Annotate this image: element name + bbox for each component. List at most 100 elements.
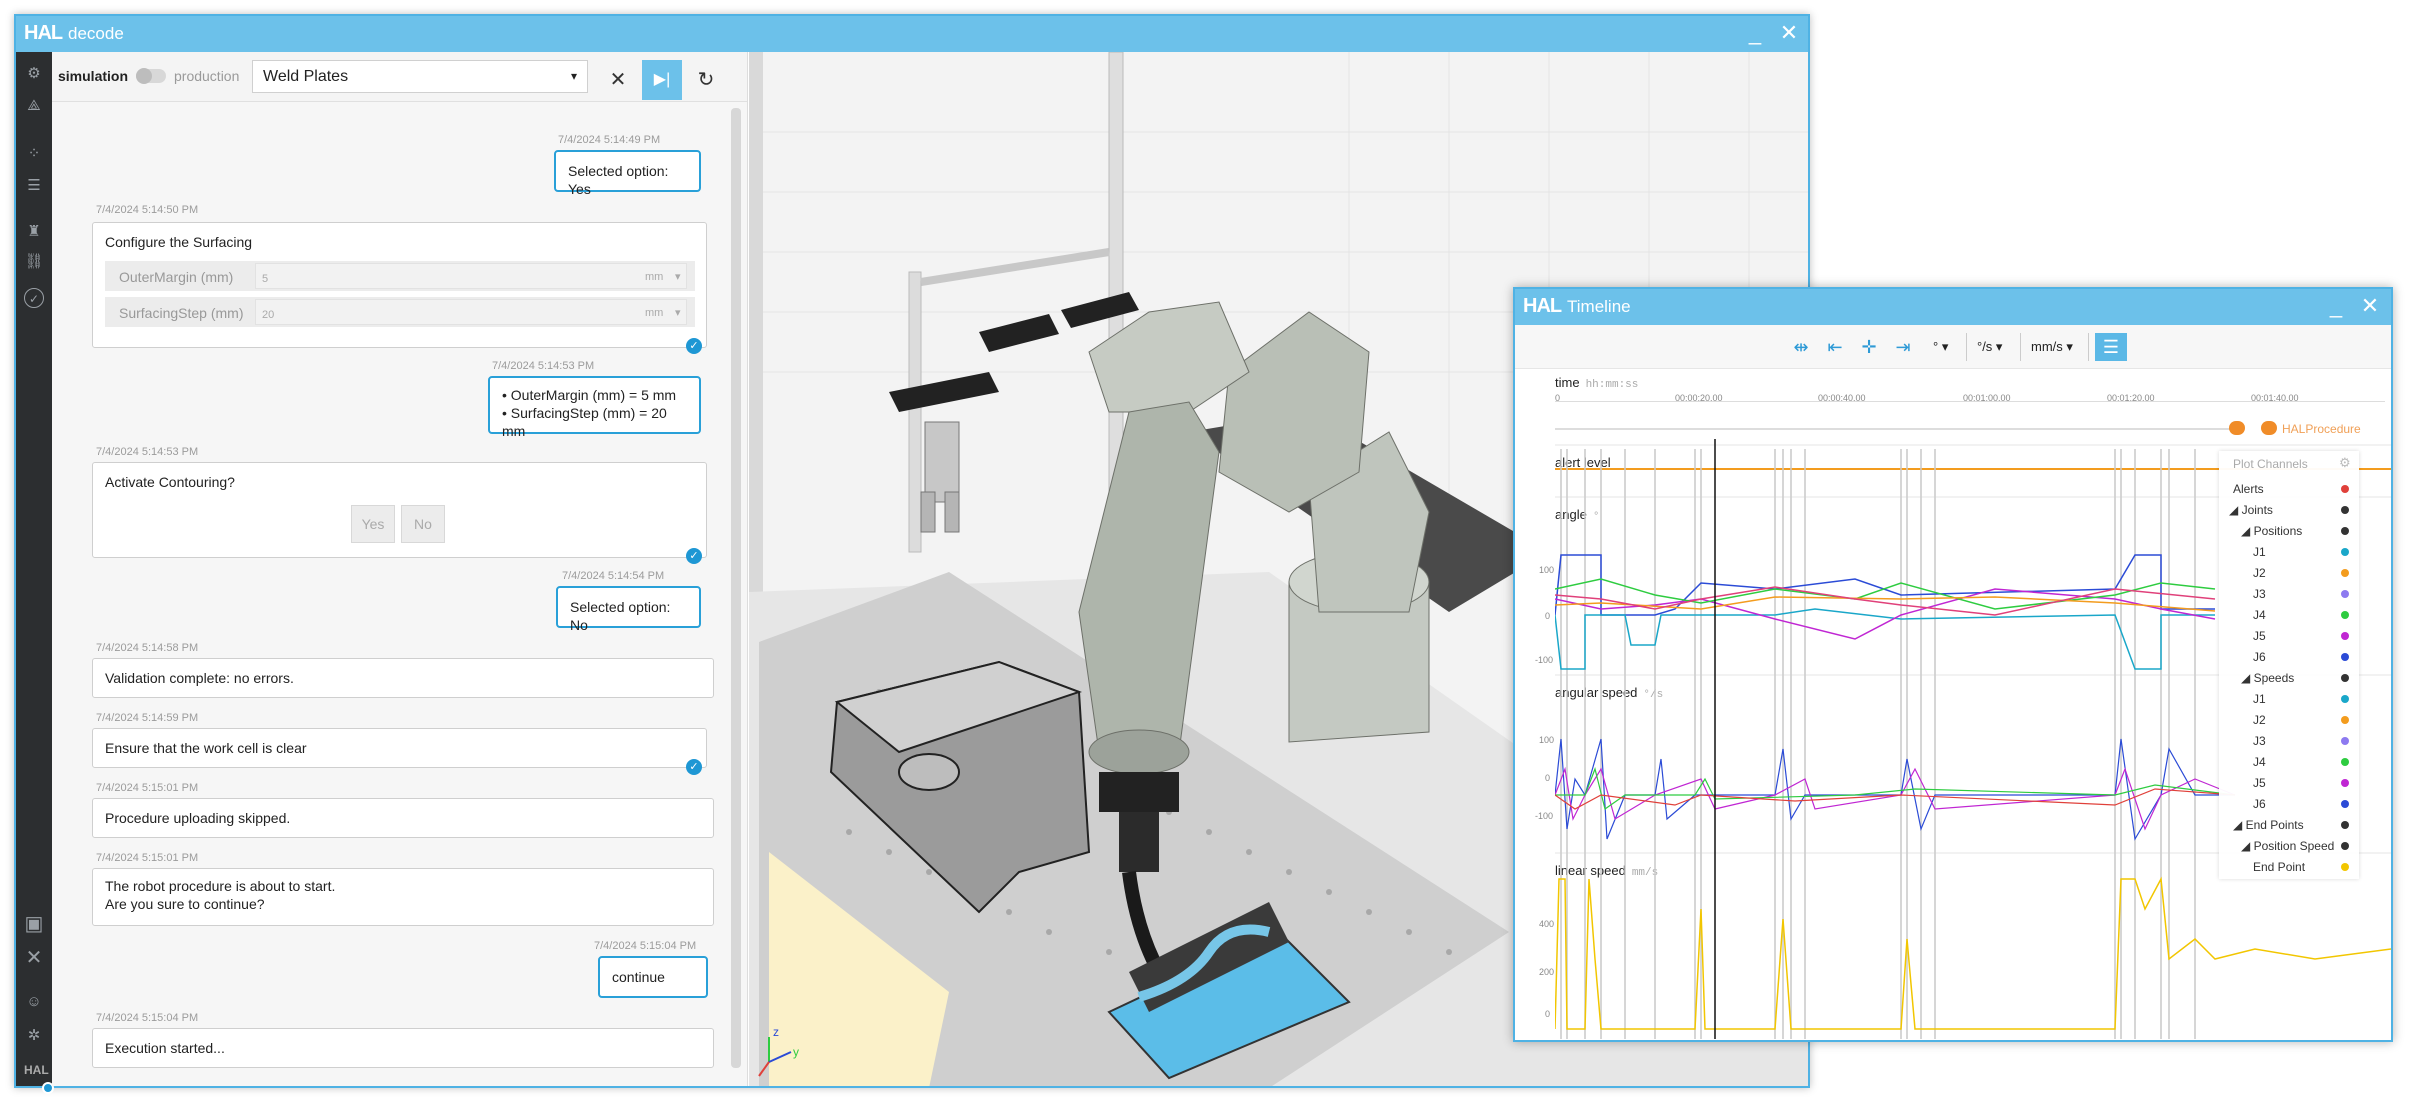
mode-toggle[interactable]	[136, 68, 166, 84]
angular-speed-unit-select[interactable]: °/s ▾	[1971, 333, 2021, 361]
chevron-down-icon: ▾	[675, 307, 681, 319]
fit-horizontal-icon[interactable]: ⇹	[1785, 333, 1817, 361]
reset-button[interactable]: ↻	[686, 60, 726, 100]
user-message: Selected option: No	[556, 586, 701, 633]
channel-item[interactable]: ◢ Position Speed	[2219, 836, 2359, 856]
channel-color-dot[interactable]	[2341, 842, 2349, 850]
left-rail: ⚙ ⟁ ⁘ ☰ ♜ ⛓ ✓ ▣ ✕ ☺ ✲ HAL	[16, 52, 54, 1094]
channel-label: ◢ Position Speed	[2241, 839, 2335, 853]
time-tick: 00:00:40.00	[1818, 393, 1866, 403]
timeline-titlebar[interactable]: HAL Timeline _ ✕	[1515, 289, 2391, 325]
channel-item[interactable]: J1	[2219, 542, 2359, 562]
chat-scrollbar[interactable]	[731, 108, 741, 1068]
channel-item[interactable]: Alerts	[2219, 479, 2359, 499]
channel-color-dot[interactable]	[2341, 758, 2349, 766]
jump-end-icon[interactable]: ⇥	[1887, 333, 1919, 361]
no-button[interactable]: No	[401, 505, 445, 543]
surfacing-step-label: SurfacingStep (mm)	[119, 305, 244, 321]
minimize-button[interactable]: _	[2319, 289, 2353, 325]
list-icon[interactable]: ☰	[24, 176, 44, 196]
procedure-select[interactable]: Weld Plates ▾	[252, 60, 588, 93]
channel-label: J4	[2253, 608, 2266, 622]
channel-color-dot[interactable]	[2341, 779, 2349, 787]
linear-speed-unit-select[interactable]: mm/s ▾	[2025, 333, 2089, 361]
gear-icon[interactable]: ⚙	[24, 64, 44, 84]
channel-color-dot[interactable]	[2341, 548, 2349, 556]
channel-color-dot[interactable]	[2341, 863, 2349, 871]
message-timestamp: 7/4/2024 5:14:54 PM	[562, 570, 665, 582]
menu-icon[interactable]: ☰	[2095, 333, 2127, 361]
channel-item[interactable]: ◢ Speeds	[2219, 668, 2359, 688]
channel-color-dot[interactable]	[2341, 527, 2349, 535]
channel-item[interactable]: J2	[2219, 563, 2359, 583]
linear-speed-tick: 200	[1539, 967, 1555, 977]
channel-item[interactable]: J6	[2219, 794, 2359, 814]
channel-color-dot[interactable]	[2341, 485, 2349, 493]
channel-color-dot[interactable]	[2341, 653, 2349, 661]
channel-color-dot[interactable]	[2341, 590, 2349, 598]
channel-color-dot[interactable]	[2341, 821, 2349, 829]
check-circle-icon[interactable]: ✓	[24, 288, 44, 308]
save-icon[interactable]: ▣	[24, 914, 44, 934]
channel-item[interactable]: J4	[2219, 605, 2359, 625]
settings-icon[interactable]: ✲	[24, 1026, 44, 1046]
channel-item[interactable]: J5	[2219, 773, 2359, 793]
robot-icon[interactable]: ♜	[24, 222, 44, 242]
channel-color-dot[interactable]	[2341, 611, 2349, 619]
message-timestamp: 7/4/2024 5:15:01 PM	[96, 782, 199, 794]
channel-color-dot[interactable]	[2341, 506, 2349, 514]
yes-button[interactable]: Yes	[351, 505, 395, 543]
channel-item[interactable]: ◢ Joints	[2219, 500, 2359, 520]
close-button[interactable]: ✕	[1772, 16, 1806, 52]
scatter-icon[interactable]: ⁘	[24, 144, 44, 164]
close-icon[interactable]: ✕	[24, 948, 44, 968]
hal-logo: HAL	[1523, 295, 1562, 317]
channel-color-dot[interactable]	[2341, 737, 2349, 745]
channel-color-dot[interactable]	[2341, 716, 2349, 724]
minimize-button[interactable]: _	[1738, 16, 1772, 52]
channel-item[interactable]: J2	[2219, 710, 2359, 730]
jump-start-icon[interactable]: ⇤	[1819, 333, 1851, 361]
channel-color-dot[interactable]	[2341, 695, 2349, 703]
channel-item[interactable]: J6	[2219, 647, 2359, 667]
channel-label: J6	[2253, 797, 2266, 811]
user-icon[interactable]: ☺	[24, 992, 44, 1012]
chat-toolbar: simulation production Weld Plates ▾ ✕ ▶|…	[52, 52, 747, 102]
outer-margin-field[interactable]: 5	[255, 263, 687, 289]
surfacing-step-field[interactable]: 20	[255, 299, 687, 325]
close-button[interactable]: ✕	[2353, 289, 2387, 325]
channel-color-dot[interactable]	[2341, 632, 2349, 640]
step-button[interactable]: ▶|	[642, 60, 682, 100]
channel-label: J2	[2253, 713, 2266, 727]
axis-y-label: y	[793, 1045, 799, 1059]
user-message: • OuterMargin (mm) = 5 mm • SurfacingSte…	[488, 376, 701, 439]
time-tick: 00:00:20.00	[1675, 393, 1723, 403]
stop-button[interactable]: ✕	[598, 60, 638, 100]
range-handle[interactable]	[2229, 421, 2245, 435]
channel-color-dot[interactable]	[2341, 674, 2349, 682]
angle-unit-select[interactable]: ° ▾	[1927, 333, 1967, 361]
channel-color-dot[interactable]	[2341, 800, 2349, 808]
channel-item[interactable]: J3	[2219, 584, 2359, 604]
channel-item[interactable]: J1	[2219, 689, 2359, 709]
timeline-toolbar: ⇹ ⇤ ✛ ⇥ ° ▾ °/s ▾ mm/s ▾ ☰	[1515, 325, 2391, 369]
range-handle[interactable]	[2261, 421, 2277, 435]
user-message: continue	[598, 956, 708, 998]
channel-item[interactable]: ◢ Positions	[2219, 521, 2359, 541]
channel-item[interactable]: ◢ End Points	[2219, 815, 2359, 835]
channel-item[interactable]: J4	[2219, 752, 2359, 772]
graph-icon[interactable]: ⟁	[24, 96, 44, 116]
main-titlebar[interactable]: HAL decode _ ✕	[16, 16, 1808, 52]
crosshair-icon[interactable]: ✛	[1853, 333, 1885, 361]
channel-item[interactable]: J3	[2219, 731, 2359, 751]
timeline-track[interactable]	[1555, 428, 2235, 430]
channel-item[interactable]: J5	[2219, 626, 2359, 646]
channel-item[interactable]: End Point	[2219, 857, 2359, 877]
link-icon[interactable]: ⛓	[24, 252, 44, 272]
channel-color-dot[interactable]	[2341, 569, 2349, 577]
settings-icon[interactable]: ⚙	[2339, 455, 2351, 471]
channel-label: Alerts	[2233, 482, 2264, 496]
message-text: Execution started...	[105, 1040, 225, 1056]
channel-label: J1	[2253, 545, 2266, 559]
channel-label: End Point	[2253, 860, 2306, 874]
